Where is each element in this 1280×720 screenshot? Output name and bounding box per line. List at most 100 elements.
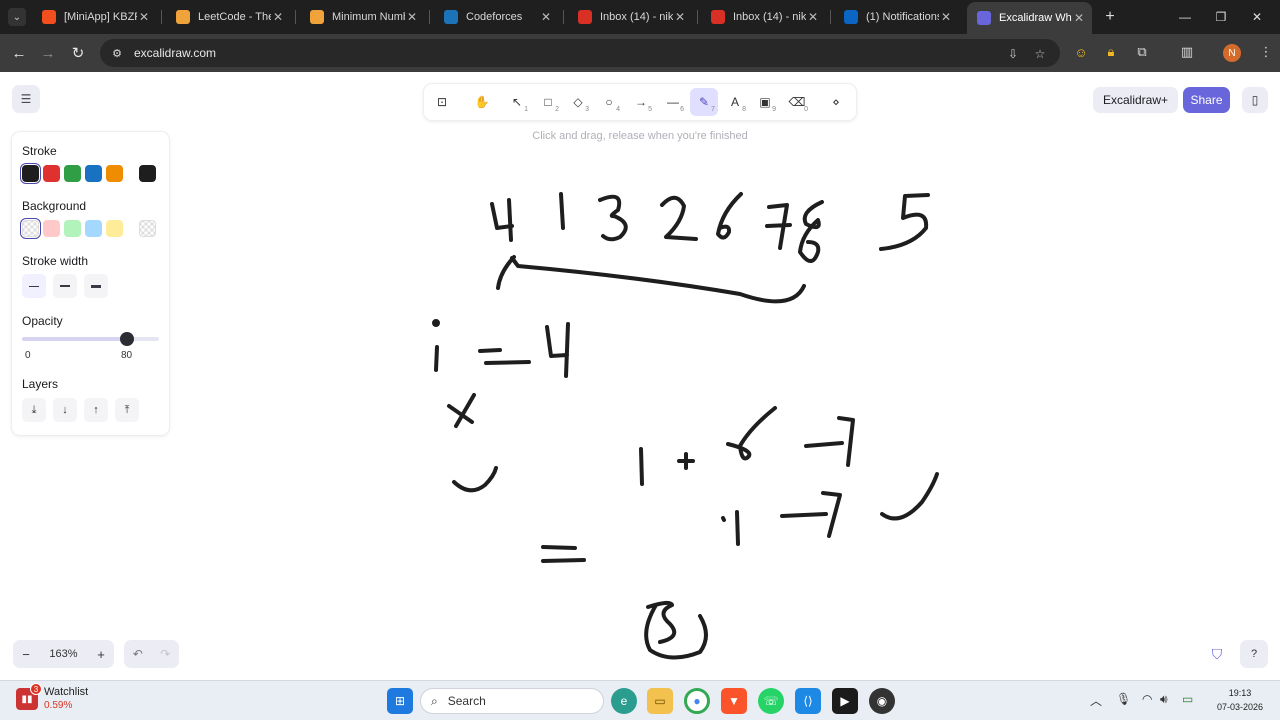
share-button[interactable]: Share <box>1183 87 1230 113</box>
text-icon[interactable]: A8 <box>721 88 749 116</box>
browser-menu-icon[interactable]: ⋮ <box>1256 42 1276 62</box>
site-info-icon[interactable]: ⚙ <box>110 46 124 60</box>
close-tab-icon[interactable]: ✕ <box>673 10 687 24</box>
image-icon[interactable]: ▣ 9 <box>751 88 779 116</box>
wifi-icon[interactable]: ◠ <box>1142 692 1152 706</box>
restore-icon[interactable]: ❐ <box>1208 6 1234 28</box>
zoom-level[interactable]: 163% <box>39 648 88 660</box>
stroke-color-swatch[interactable] <box>106 165 123 182</box>
address-bar[interactable]: ⚙ excalidraw.com ⇩ ☆ <box>100 39 1060 67</box>
stroke-color-swatch[interactable] <box>64 165 81 182</box>
reload-icon[interactable]: ↻ <box>67 42 89 64</box>
rectangle-icon[interactable]: □ 2 <box>534 88 562 116</box>
volume-icon[interactable]: 🔊︎ <box>1160 692 1168 707</box>
extensions-puzzle-icon[interactable]: ⧉ <box>1132 42 1152 62</box>
diamond-icon[interactable]: ◇ 3 <box>564 88 592 116</box>
close-tab-icon[interactable]: ✕ <box>137 10 151 24</box>
eraser-icon[interactable]: ⌫ 0 <box>783 88 811 116</box>
browser-tab[interactable]: (1) Notifications ✕ <box>834 4 959 30</box>
vscode-icon[interactable]: ⟨⟩ <box>795 688 821 714</box>
close-window-icon[interactable]: ✕ <box>1244 6 1270 28</box>
send-backward-icon[interactable]: ↓ <box>53 398 77 422</box>
close-tab-icon[interactable]: ✕ <box>939 10 953 24</box>
tab-search-icon[interactable]: ⌄ <box>8 8 26 26</box>
redo-icon[interactable]: ↷ <box>152 647 180 661</box>
file-explorer-icon[interactable]: ▭ <box>647 688 673 714</box>
ellipse-icon[interactable]: ○ 4 <box>595 88 623 116</box>
main-menu-button[interactable]: ☰ <box>12 85 40 113</box>
lock-icon[interactable]: ⊡ <box>428 88 456 116</box>
undo-redo-controls: ↶ ↷ <box>124 640 179 668</box>
install-app-icon[interactable]: ⇩ <box>1005 46 1021 62</box>
help-icon[interactable]: ? <box>1240 640 1268 668</box>
system-clock[interactable]: 19:13 07-03-2026 <box>1210 686 1270 714</box>
line-icon[interactable]: —6 <box>659 88 687 116</box>
stroke-color-swatch[interactable] <box>43 165 60 182</box>
browser-tab[interactable]: [MiniApp] KBZPay✕ <box>32 4 157 30</box>
lock-extension-icon[interactable]: 🔒︎ <box>1101 42 1121 62</box>
minimize-icon[interactable]: — <box>1172 6 1198 28</box>
stroke-width-bold[interactable] <box>53 274 77 298</box>
opacity-slider-thumb[interactable] <box>120 332 135 346</box>
watchlist-widget[interactable]: ▮▮ 3 Watchlist 0.59% <box>16 683 88 712</box>
stroke-current-color[interactable] <box>139 165 156 182</box>
tool-glyph: ↖ <box>511 95 523 109</box>
opacity-slider[interactable] <box>22 332 159 346</box>
hand-icon[interactable]: ✋ <box>468 88 496 116</box>
close-tab-icon[interactable]: ✕ <box>1072 11 1086 25</box>
bring-to-front-icon[interactable]: ⤒ <box>115 398 139 422</box>
close-tab-icon[interactable]: ✕ <box>271 10 285 24</box>
browser-tab[interactable]: Inbox (14) - nikh ✕ <box>568 4 693 30</box>
whatsapp-icon[interactable]: ☏ <box>758 688 784 714</box>
library-sidebar-icon[interactable]: ▯ <box>1242 87 1268 113</box>
windows-start-icon[interactable]: ⊞ <box>387 688 413 714</box>
bring-forward-icon[interactable]: ↑ <box>84 398 108 422</box>
forward-icon[interactable]: → <box>37 42 59 64</box>
stroke-color-swatch[interactable] <box>20 163 41 184</box>
stroke-width-extra-bold[interactable] <box>84 274 108 298</box>
sidepanel-icon[interactable]: ▥ <box>1177 42 1197 62</box>
taskbar-search[interactable]: ⌕ Search <box>420 688 604 714</box>
stroke-width-thin[interactable] <box>22 274 46 298</box>
stroke-color-swatch[interactable] <box>85 165 102 182</box>
profile-avatar[interactable]: N <box>1223 44 1241 62</box>
background-color-swatch[interactable] <box>43 220 60 237</box>
close-tab-icon[interactable]: ✕ <box>539 10 553 24</box>
more-tools-icon[interactable]: ⋄ <box>822 88 850 116</box>
browser-tab[interactable]: Inbox (14) - nikh ✕ <box>701 4 826 30</box>
drawing-canvas[interactable] <box>0 72 1280 680</box>
back-icon[interactable]: ← <box>8 42 30 64</box>
edge-browser-icon[interactable]: e <box>611 688 637 714</box>
microphone-icon[interactable]: 🎙︎ <box>1116 692 1131 706</box>
background-color-swatch[interactable] <box>85 220 102 237</box>
tray-chevron-icon[interactable]: ︿ <box>1090 692 1102 709</box>
emoji-extension-icon[interactable]: ☺ <box>1071 42 1091 62</box>
chrome-icon[interactable]: ● <box>684 688 710 714</box>
excalidraw-plus-button[interactable]: Excalidraw+ <box>1093 87 1179 113</box>
background-current-color[interactable] <box>139 220 156 237</box>
browser-tab[interactable]: LeetCode - The World✕ <box>166 4 291 30</box>
arrow-icon[interactable]: → 5 <box>627 88 655 116</box>
github-icon[interactable]: ◉ <box>869 688 895 714</box>
background-color-swatch[interactable] <box>64 220 81 237</box>
brave-icon[interactable]: ▼ <box>721 688 747 714</box>
shield-icon[interactable]: ⛉ <box>1208 645 1226 663</box>
send-to-back-icon[interactable]: ⤓ <box>22 398 46 422</box>
browser-tab[interactable]: Minimum Number✕ <box>300 4 425 30</box>
draw-icon[interactable]: ✎ 7 <box>690 88 718 116</box>
background-color-swatch[interactable] <box>106 220 123 237</box>
tool-shortcut-key: 8 <box>742 106 746 113</box>
browser-tab[interactable]: Excalidraw White✕ <box>967 2 1092 34</box>
battery-icon[interactable]: ▭ <box>1182 692 1193 706</box>
zoom-in-button[interactable]: + <box>88 647 114 662</box>
close-tab-icon[interactable]: ✕ <box>806 10 820 24</box>
bookmark-star-icon[interactable]: ☆ <box>1032 46 1048 62</box>
close-tab-icon[interactable]: ✕ <box>405 10 419 24</box>
new-tab-button[interactable]: + <box>1100 7 1120 27</box>
selection-icon[interactable]: ↖ 1 <box>503 88 531 116</box>
terminal-icon[interactable]: ▶ <box>832 688 858 714</box>
undo-icon[interactable]: ↶ <box>124 647 152 661</box>
zoom-out-button[interactable]: − <box>13 647 39 662</box>
background-color-swatch[interactable] <box>20 218 41 239</box>
browser-tab[interactable]: Codeforces ✕ <box>434 4 559 30</box>
